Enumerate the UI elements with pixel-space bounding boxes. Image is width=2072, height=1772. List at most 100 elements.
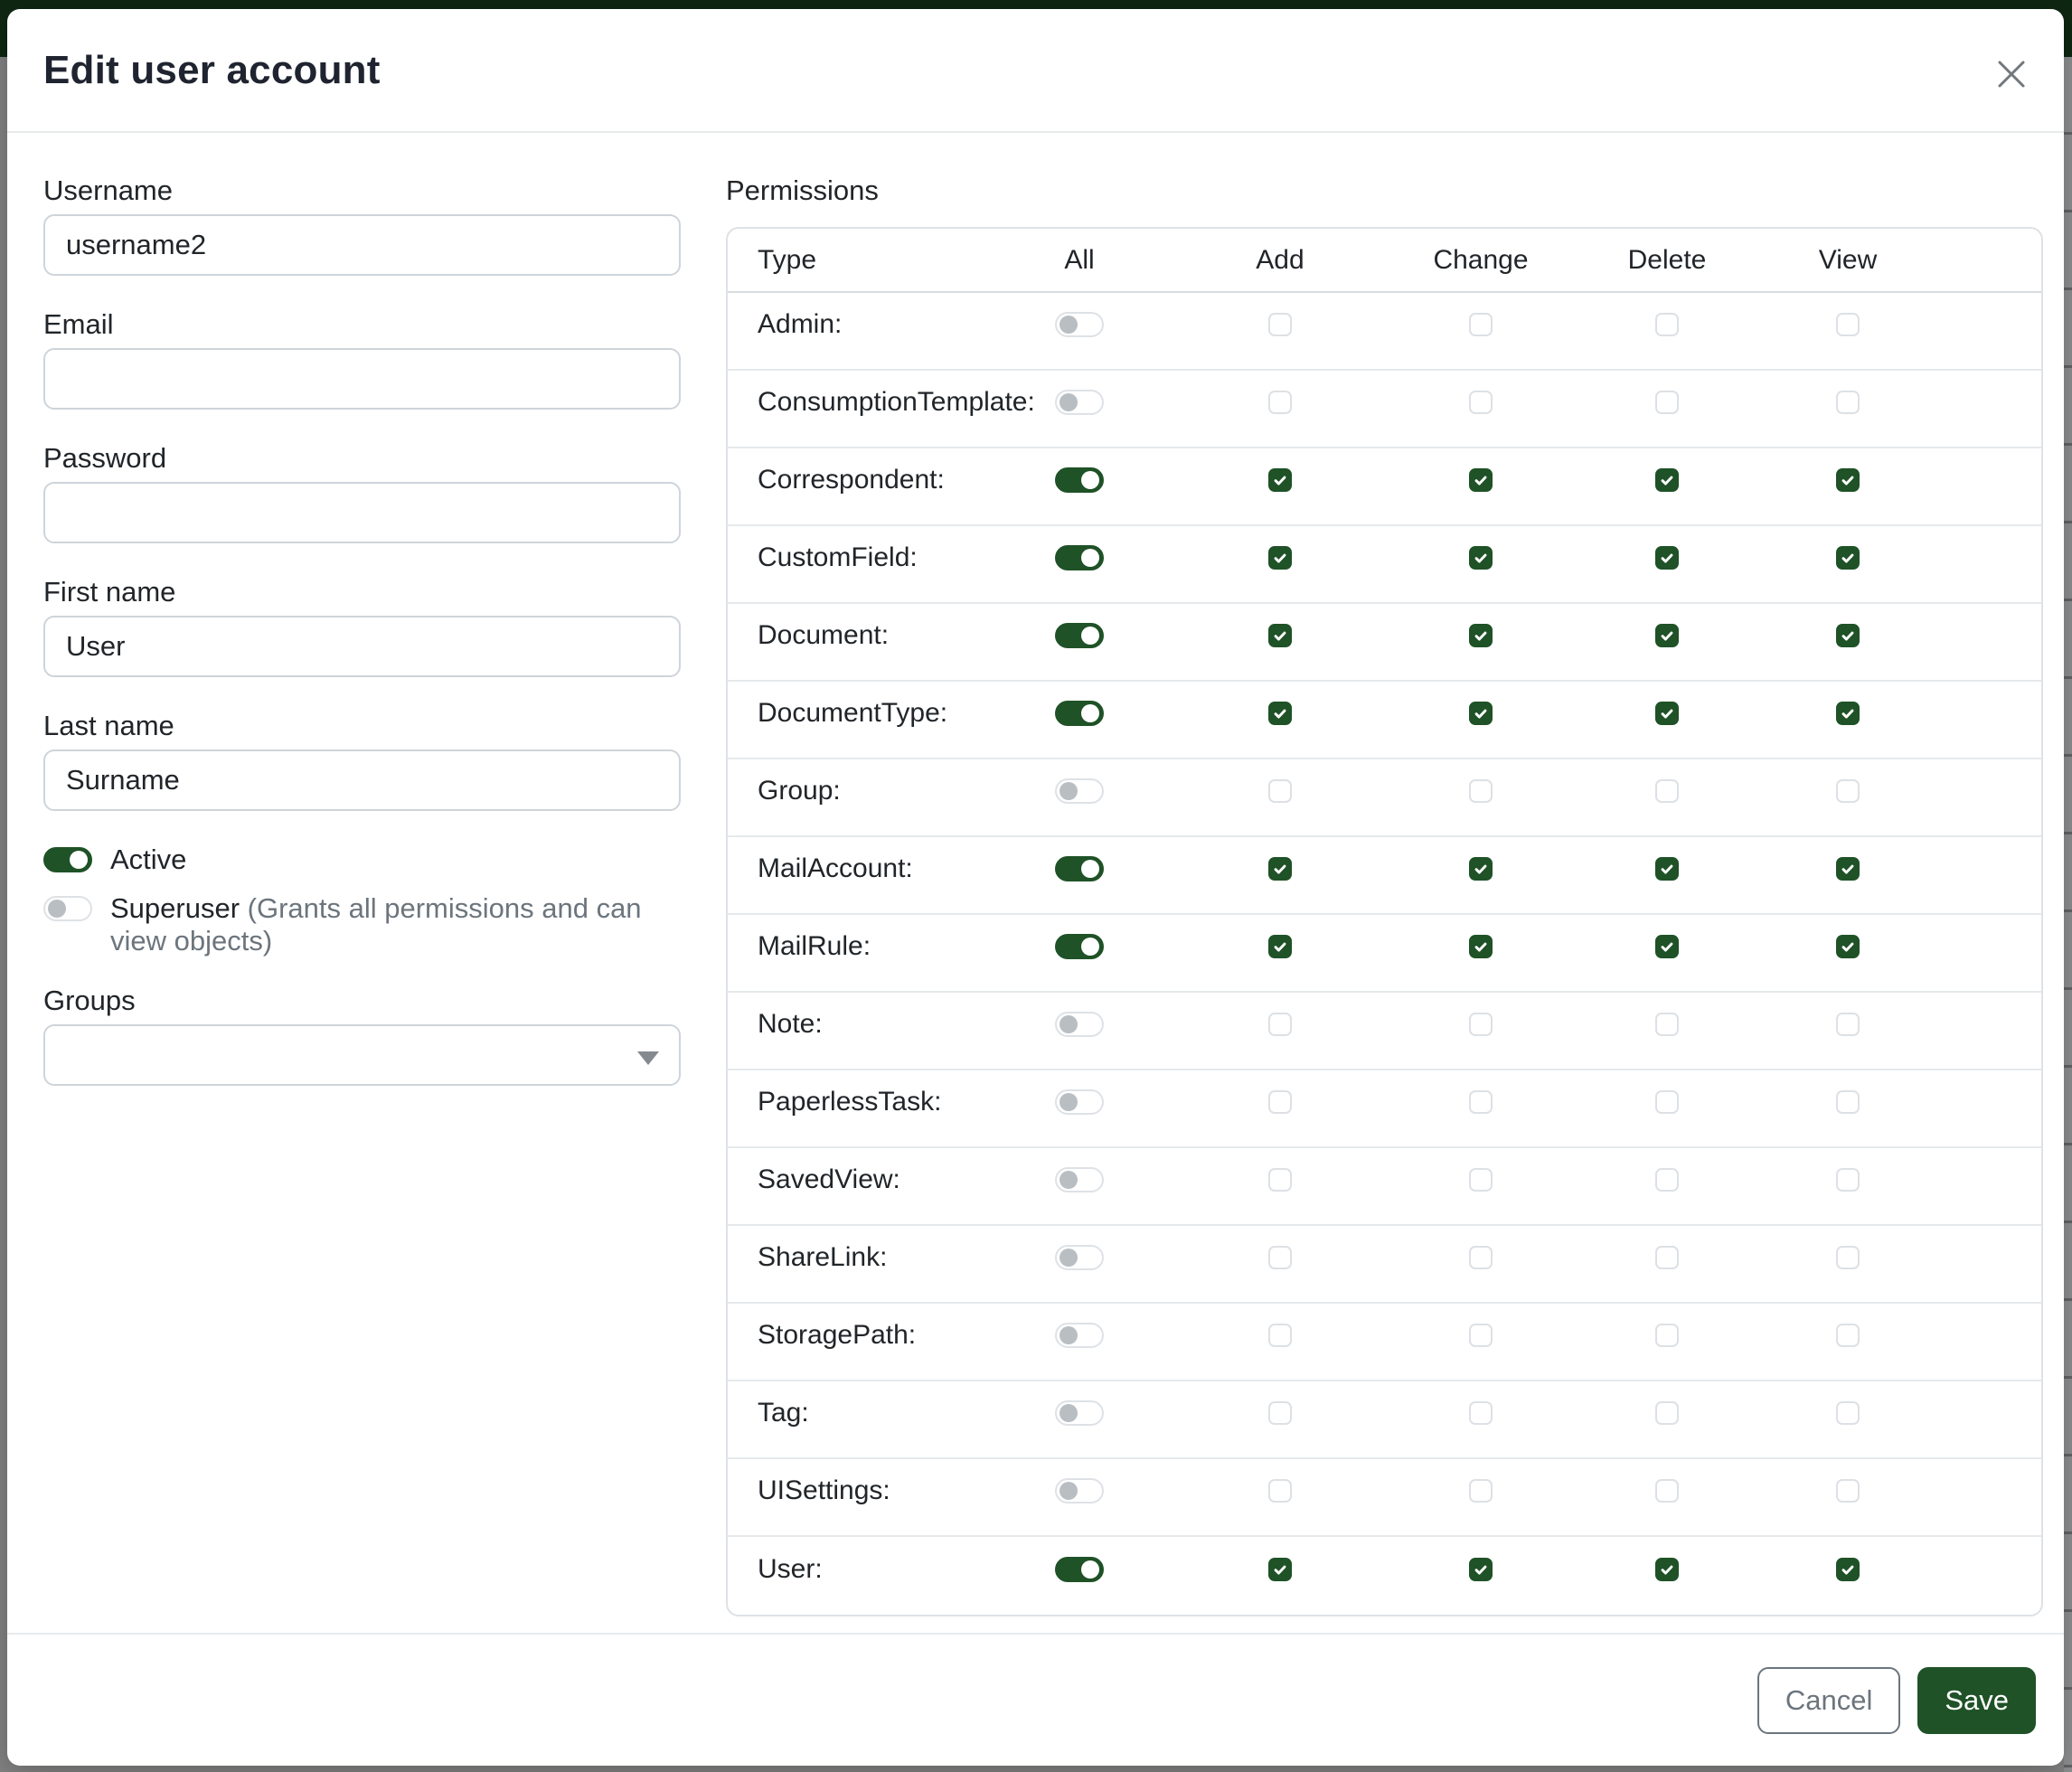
edit-user-account-modal: Edit user account Usernameusername2Email… xyxy=(7,9,2064,1766)
modal-body: Usernameusername2EmailPasswordFirst name… xyxy=(7,135,2064,1633)
group-add-checkbox[interactable] xyxy=(1268,779,1292,803)
sharelink-delete-checkbox[interactable] xyxy=(1655,1246,1679,1269)
storagepath-delete-checkbox[interactable] xyxy=(1655,1324,1679,1347)
savedview-change-checkbox[interactable] xyxy=(1469,1168,1493,1192)
note-all-toggle[interactable] xyxy=(1055,1012,1104,1037)
mailaccount-all-toggle[interactable] xyxy=(1055,856,1104,881)
user-delete-checkbox[interactable] xyxy=(1655,1558,1679,1581)
storagepath-view-checkbox[interactable] xyxy=(1836,1324,1860,1347)
tag-delete-checkbox[interactable] xyxy=(1655,1401,1679,1425)
document-view-checkbox[interactable] xyxy=(1836,624,1860,647)
tag-all-toggle[interactable] xyxy=(1055,1400,1104,1426)
consumptiontemplate-all-toggle[interactable] xyxy=(1055,390,1104,415)
customfield-change-checkbox[interactable] xyxy=(1469,546,1493,570)
mailrule-all-toggle[interactable] xyxy=(1055,934,1104,959)
paperlesstask-change-checkbox[interactable] xyxy=(1469,1090,1493,1114)
documenttype-view-checkbox[interactable] xyxy=(1836,702,1860,725)
mailaccount-add-checkbox[interactable] xyxy=(1268,857,1292,881)
groups-select[interactable] xyxy=(43,1024,681,1086)
group-change-checkbox[interactable] xyxy=(1469,779,1493,803)
group-view-checkbox[interactable] xyxy=(1836,779,1860,803)
user-add-checkbox[interactable] xyxy=(1268,1558,1292,1581)
cancel-button[interactable]: Cancel xyxy=(1757,1667,1901,1734)
view-checkbox-cell xyxy=(1753,313,1943,336)
consumptiontemplate-change-checkbox[interactable] xyxy=(1469,391,1493,414)
paperlesstask-delete-checkbox[interactable] xyxy=(1655,1090,1679,1114)
last-name-input[interactable]: Surname xyxy=(43,749,681,811)
document-delete-checkbox[interactable] xyxy=(1655,624,1679,647)
uisettings-all-toggle[interactable] xyxy=(1055,1478,1104,1503)
storagepath-add-checkbox[interactable] xyxy=(1268,1324,1292,1347)
storagepath-change-checkbox[interactable] xyxy=(1469,1324,1493,1347)
group-all-toggle[interactable] xyxy=(1055,778,1104,804)
sharelink-view-checkbox[interactable] xyxy=(1836,1246,1860,1269)
user-view-checkbox[interactable] xyxy=(1836,1558,1860,1581)
customfield-view-checkbox[interactable] xyxy=(1836,546,1860,570)
sharelink-change-checkbox[interactable] xyxy=(1469,1246,1493,1269)
tag-change-checkbox[interactable] xyxy=(1469,1401,1493,1425)
username-input[interactable]: username2 xyxy=(43,214,681,276)
savedview-delete-checkbox[interactable] xyxy=(1655,1168,1679,1192)
savedview-all-toggle[interactable] xyxy=(1055,1167,1104,1192)
correspondent-all-toggle[interactable] xyxy=(1055,467,1104,493)
check-icon xyxy=(1840,627,1856,644)
first-name-input[interactable]: User xyxy=(43,616,681,677)
documenttype-change-checkbox[interactable] xyxy=(1469,702,1493,725)
paperlesstask-add-checkbox[interactable] xyxy=(1268,1090,1292,1114)
savedview-view-checkbox[interactable] xyxy=(1836,1168,1860,1192)
documenttype-all-toggle[interactable] xyxy=(1055,701,1104,726)
paperlesstask-all-toggle[interactable] xyxy=(1055,1089,1104,1115)
admin-all-toggle[interactable] xyxy=(1055,312,1104,337)
consumptiontemplate-delete-checkbox[interactable] xyxy=(1655,391,1679,414)
superuser-toggle[interactable] xyxy=(43,896,92,921)
uisettings-delete-checkbox[interactable] xyxy=(1655,1479,1679,1503)
mailrule-view-checkbox[interactable] xyxy=(1836,935,1860,958)
document-change-checkbox[interactable] xyxy=(1469,624,1493,647)
correspondent-delete-checkbox[interactable] xyxy=(1655,468,1679,492)
password-input[interactable] xyxy=(43,482,681,543)
documenttype-delete-checkbox[interactable] xyxy=(1655,702,1679,725)
admin-change-checkbox[interactable] xyxy=(1469,313,1493,336)
sharelink-all-toggle[interactable] xyxy=(1055,1245,1104,1270)
correspondent-add-checkbox[interactable] xyxy=(1268,468,1292,492)
admin-view-checkbox[interactable] xyxy=(1836,313,1860,336)
mailaccount-change-checkbox[interactable] xyxy=(1469,857,1493,881)
correspondent-view-checkbox[interactable] xyxy=(1836,468,1860,492)
tag-view-checkbox[interactable] xyxy=(1836,1401,1860,1425)
user-change-checkbox[interactable] xyxy=(1469,1558,1493,1581)
note-add-checkbox[interactable] xyxy=(1268,1013,1292,1036)
note-view-checkbox[interactable] xyxy=(1836,1013,1860,1036)
mailaccount-delete-checkbox[interactable] xyxy=(1655,857,1679,881)
close-button[interactable] xyxy=(1990,52,2033,96)
admin-add-checkbox[interactable] xyxy=(1268,313,1292,336)
storagepath-all-toggle[interactable] xyxy=(1055,1323,1104,1348)
group-delete-checkbox[interactable] xyxy=(1655,779,1679,803)
customfield-add-checkbox[interactable] xyxy=(1268,546,1292,570)
mailrule-add-checkbox[interactable] xyxy=(1268,935,1292,958)
customfield-all-toggle[interactable] xyxy=(1055,545,1104,570)
user-all-toggle[interactable] xyxy=(1055,1557,1104,1582)
correspondent-change-checkbox[interactable] xyxy=(1469,468,1493,492)
savedview-add-checkbox[interactable] xyxy=(1268,1168,1292,1192)
save-button[interactable]: Save xyxy=(1917,1667,2036,1734)
sharelink-add-checkbox[interactable] xyxy=(1268,1246,1292,1269)
document-all-toggle[interactable] xyxy=(1055,623,1104,648)
documenttype-add-checkbox[interactable] xyxy=(1268,702,1292,725)
consumptiontemplate-add-checkbox[interactable] xyxy=(1268,391,1292,414)
mailaccount-view-checkbox[interactable] xyxy=(1836,857,1860,881)
active-toggle[interactable] xyxy=(43,847,92,872)
tag-add-checkbox[interactable] xyxy=(1268,1401,1292,1425)
uisettings-change-checkbox[interactable] xyxy=(1469,1479,1493,1503)
uisettings-view-checkbox[interactable] xyxy=(1836,1479,1860,1503)
paperlesstask-view-checkbox[interactable] xyxy=(1836,1090,1860,1114)
email-input[interactable] xyxy=(43,348,681,410)
note-change-checkbox[interactable] xyxy=(1469,1013,1493,1036)
uisettings-add-checkbox[interactable] xyxy=(1268,1479,1292,1503)
document-add-checkbox[interactable] xyxy=(1268,624,1292,647)
customfield-delete-checkbox[interactable] xyxy=(1655,546,1679,570)
admin-delete-checkbox[interactable] xyxy=(1655,313,1679,336)
mailrule-change-checkbox[interactable] xyxy=(1469,935,1493,958)
note-delete-checkbox[interactable] xyxy=(1655,1013,1679,1036)
mailrule-delete-checkbox[interactable] xyxy=(1655,935,1679,958)
consumptiontemplate-view-checkbox[interactable] xyxy=(1836,391,1860,414)
